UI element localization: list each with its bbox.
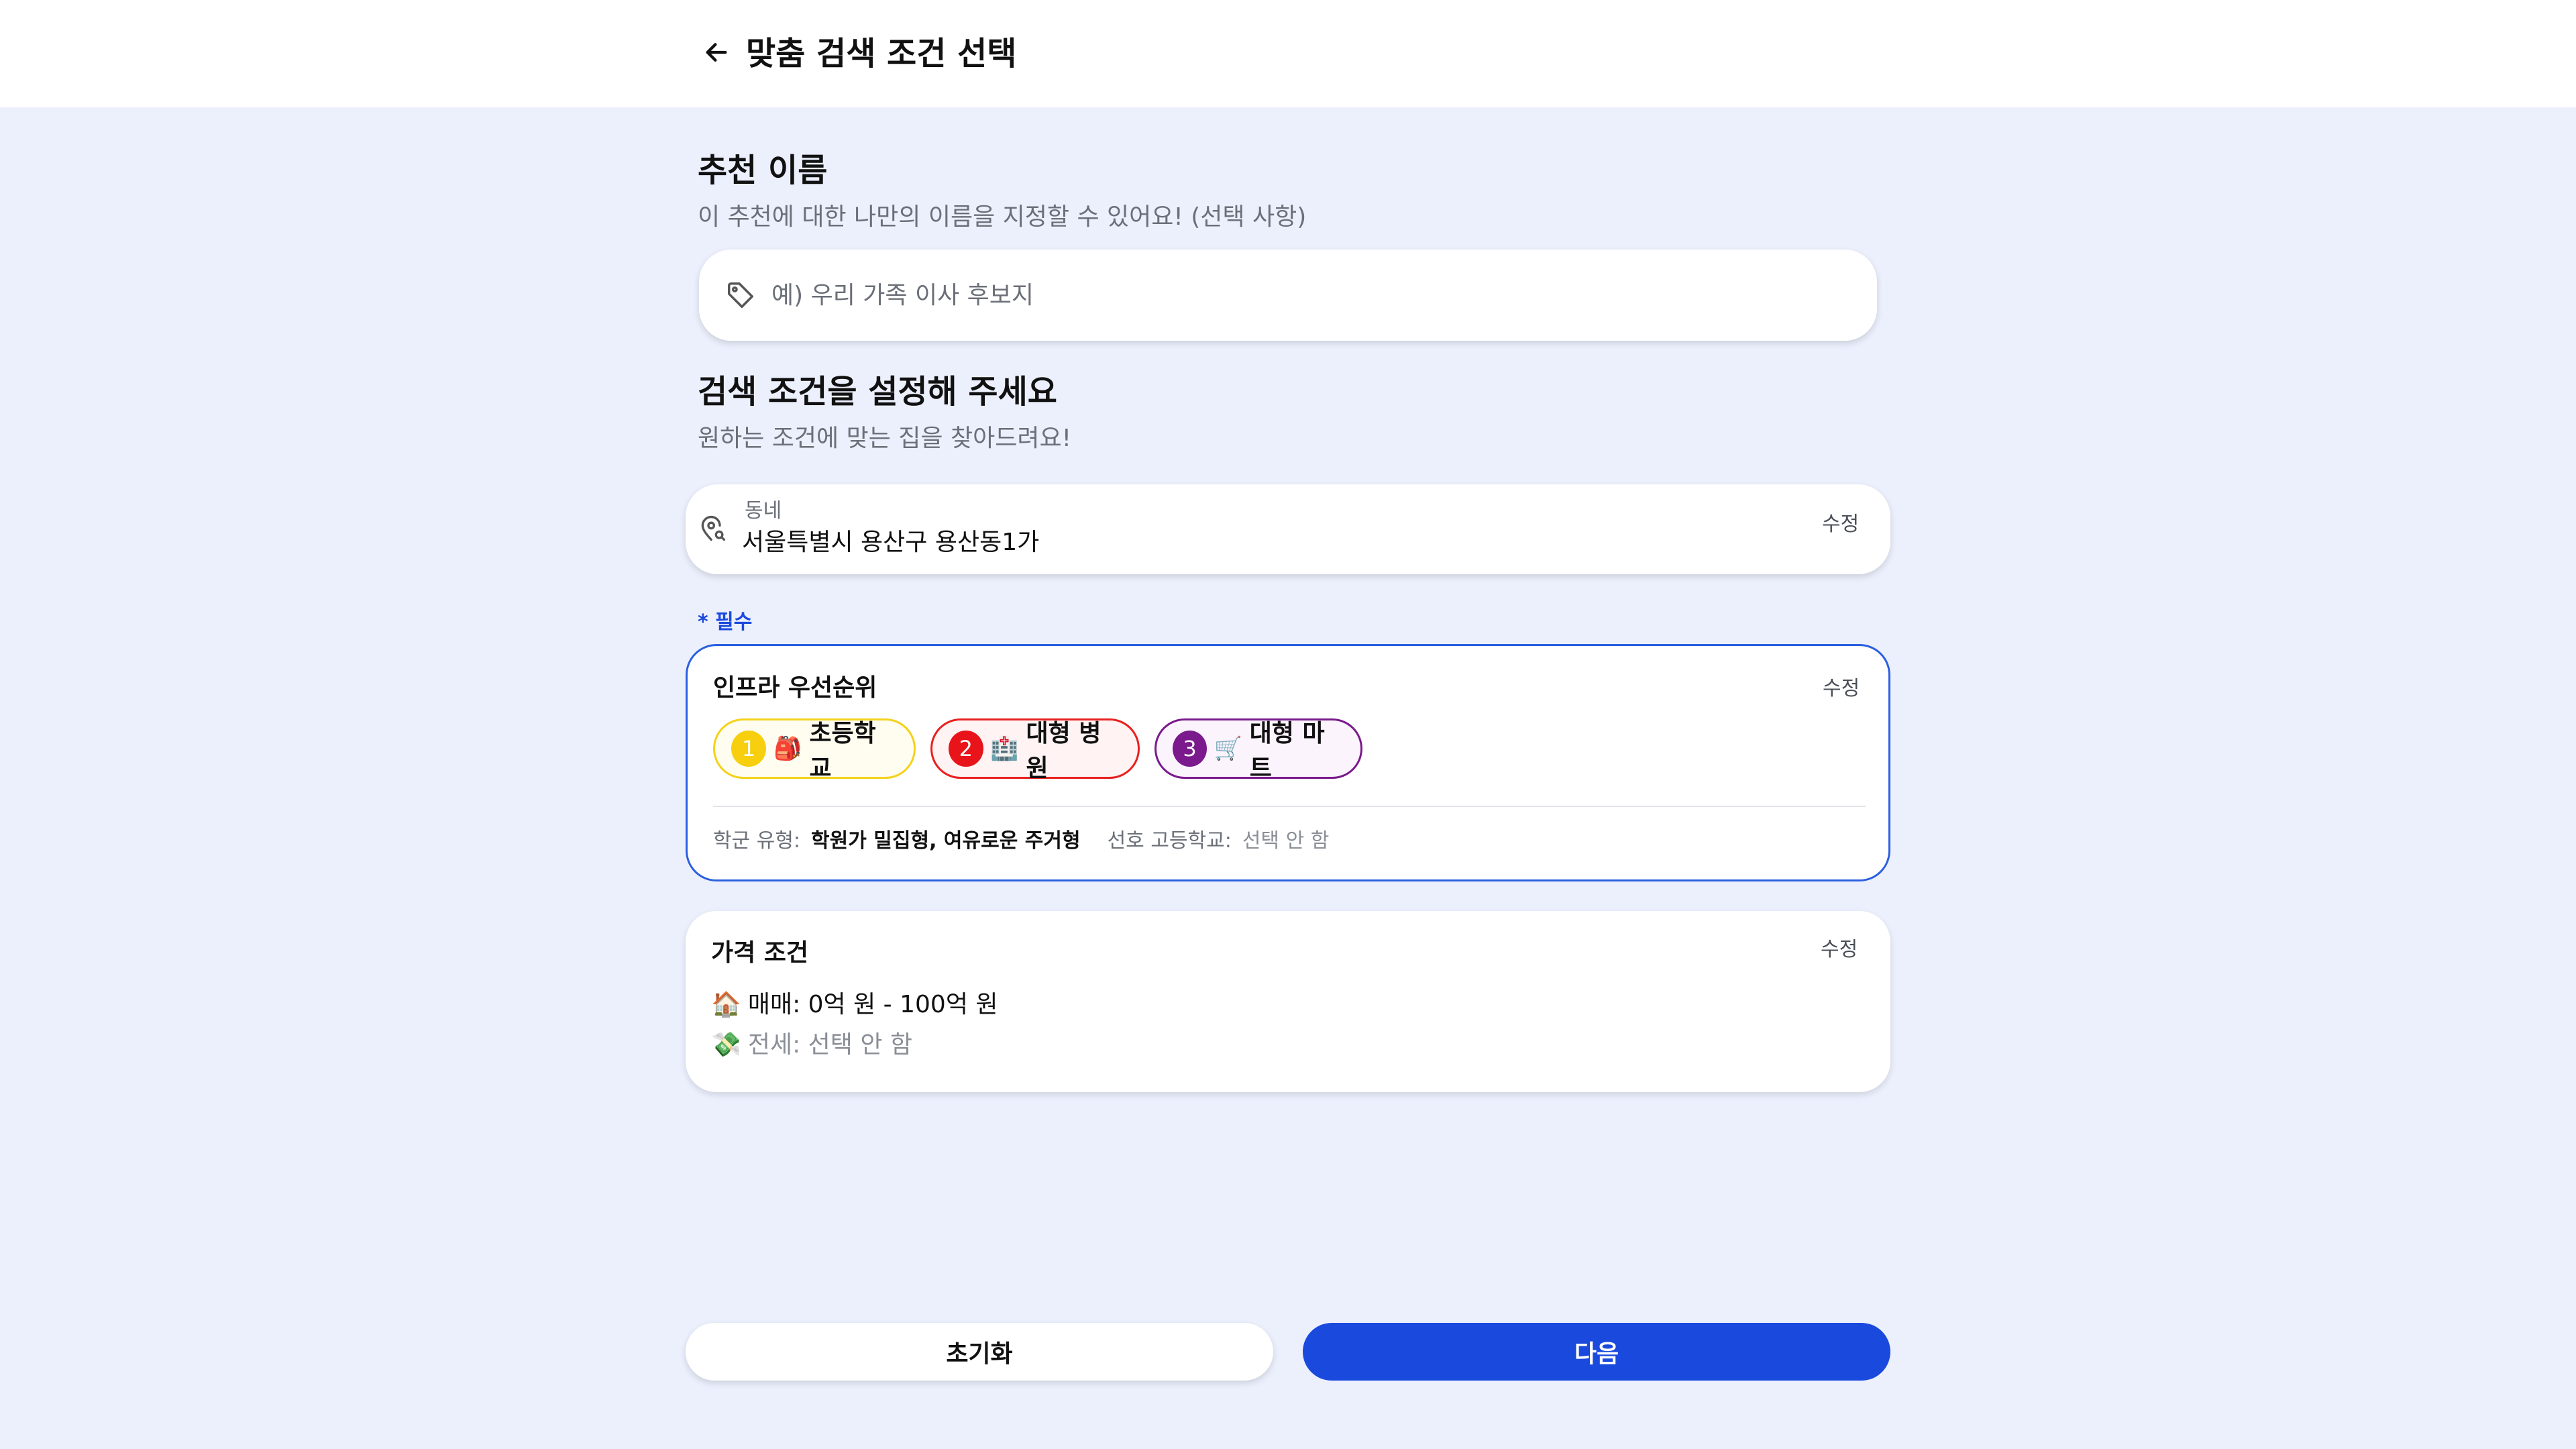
infra-meta: 학군 유형: 학원가 밀집형, 여유로운 주거형 선호 고등학교: 선택 안 함 [713,824,1329,858]
priority-chip-elementary-school[interactable]: 1 🎒 초등학교 [713,718,916,782]
recommend-name-input[interactable] [771,281,1811,309]
rank-badge: 3 [1173,731,1208,767]
priority-chip-mart[interactable]: 3 🛒 대형 마트 [1155,718,1362,782]
sale-price-line: 🏠 매매: 0억 원 - 100억 원 [711,987,998,1022]
rank-badge: 1 [731,731,767,767]
jeonse-price-text: 전세: 선택 안 함 [747,1031,913,1059]
rank-badge: 2 [949,731,983,767]
price-title: 가격 조건 [711,939,809,967]
neighborhood-value: 서울특별시 용산구 용산동1가 [742,529,1040,556]
search-conditions-subtitle: 원하는 조건에 맞는 집을 찾아드려요! [698,425,1072,452]
house-icon: 🏠 [711,991,741,1018]
jeonse-price-line: 💸 전세: 선택 안 함 [711,1028,912,1063]
high-school-label: 선호 고등학교: [1107,829,1232,853]
neighborhood-card[interactable]: 동네 서울특별시 용산구 용산동1가 수정 [686,484,1890,574]
priority-label: 대형 병원 [1026,720,1102,782]
recommend-name-field[interactable] [699,250,1877,341]
price-condition-card[interactable]: 가격 조건 수정 🏠 매매: 0억 원 - 100억 원 💸 전세: 선택 안 … [686,911,1890,1092]
sale-price-text: 매매: 0억 원 - 100억 원 [747,991,998,1018]
priority-label: 대형 마트 [1249,720,1325,782]
neighborhood-label: 동네 [745,499,782,523]
priority-chips: 1 🎒 초등학교 2 🏥 대형 병원 3 🛒 대형 마트 [713,718,1362,782]
location-pin-icon [698,514,730,546]
backpack-icon: 🎒 [773,735,802,762]
search-conditions-title: 검색 조건을 설정해 주세요 [698,373,1057,411]
priority-chip-hospital[interactable]: 2 🏥 대형 병원 [930,718,1140,782]
divider [713,806,1866,807]
top-bar: 맞춤 검색 조건 선택 [0,0,2576,107]
high-school-value: 선택 안 함 [1242,829,1330,853]
back-button[interactable] [698,32,735,75]
tag-icon [720,275,761,315]
price-edit-button[interactable]: 수정 [1821,936,1858,963]
school-type-value: 학원가 밀집형, 여유로운 주거형 [811,829,1081,853]
hospital-icon: 🏥 [990,735,1019,762]
money-icon: 💸 [711,1031,741,1059]
arrow-left-icon [703,39,730,68]
neighborhood-edit-button[interactable]: 수정 [1822,511,1859,538]
page-title: 맞춤 검색 조건 선택 [746,35,1017,72]
recommend-name-title: 추천 이름 [698,152,828,189]
priority-label: 초등학교 [809,720,876,782]
infra-title: 인프라 우선순위 [713,674,877,702]
infra-edit-button[interactable]: 수정 [1823,676,1860,702]
infra-priority-card[interactable]: 인프라 우선순위 수정 1 🎒 초등학교 2 🏥 대형 병원 3 🛒 대형 마트… [686,644,1890,881]
required-note: * 필수 [698,610,753,634]
recommend-name-subtitle: 이 추천에 대한 나만의 이름을 지정할 수 있어요! (선택 사항) [698,203,1307,231]
shopping-cart-icon: 🛒 [1214,735,1243,762]
school-type-label: 학군 유형: [713,829,801,853]
next-button[interactable]: 다음 [1303,1323,1890,1381]
reset-button[interactable]: 초기화 [686,1323,1273,1381]
